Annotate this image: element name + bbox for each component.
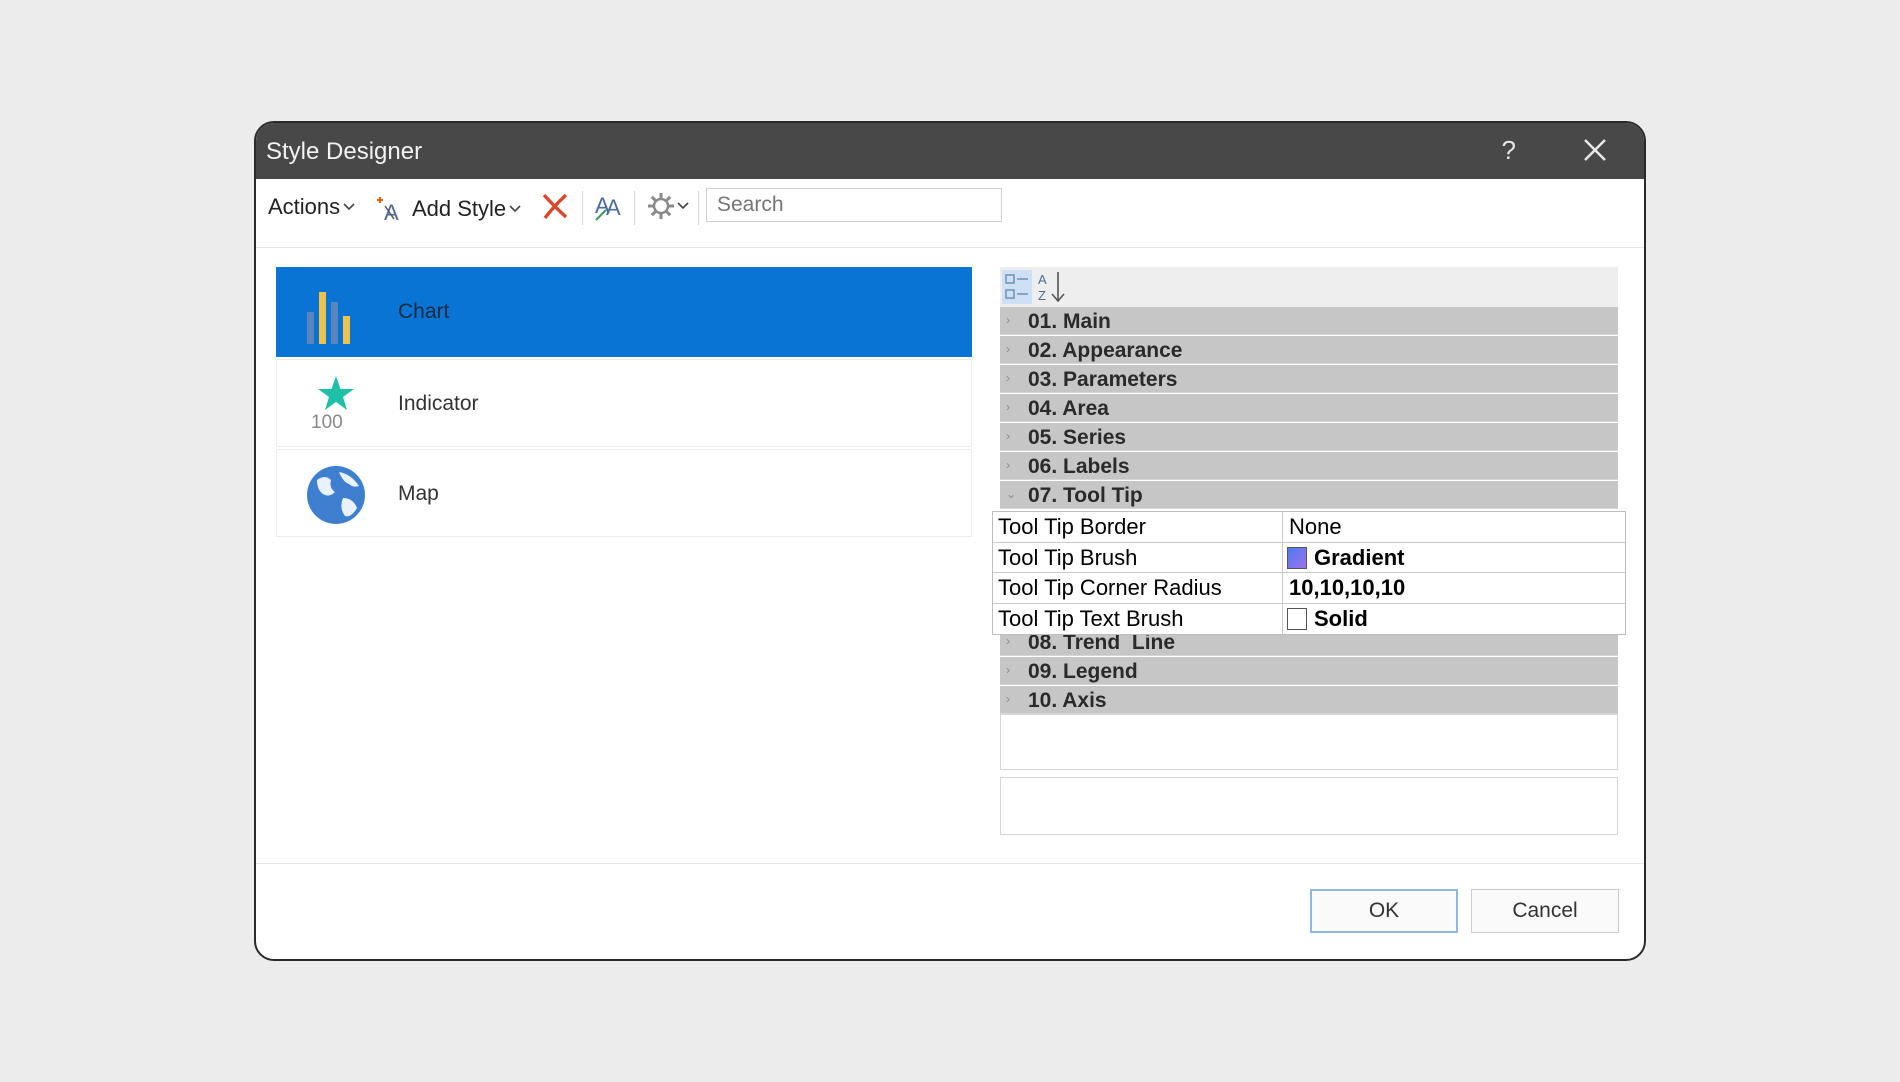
category-label: 01. Main [1028,310,1111,333]
property-row-tool-tip-corner-radius[interactable]: Tool Tip Corner Radius 10,10,10,10 [993,573,1625,604]
gear-icon [648,193,674,219]
actions-label: Actions [268,194,341,219]
delete-icon [542,193,568,220]
property-value-text: None [1289,514,1342,539]
svg-text:Z: Z [1038,288,1046,303]
chevron-right-icon: › [1006,400,1010,414]
category-label: 04. Area [1028,397,1109,420]
chevron-right-icon: › [1006,458,1010,472]
bar-chart-icon [307,292,350,344]
gradient-swatch [1287,546,1307,569]
property-name: Tool Tip Corner Radius [993,573,1283,603]
property-value-text: Gradient [1314,544,1405,570]
chevron-right-icon: › [1006,371,1010,385]
chevron-right-icon: › [1006,429,1010,443]
category-labels[interactable]: › 06. Labels [1000,452,1618,480]
category-label: 10. Axis [1028,689,1107,712]
property-value-text: 10,10,10,10 [1289,575,1406,600]
close-icon[interactable] [1580,135,1610,165]
add-style-label: Add Style [412,196,507,221]
toolbar: Actions A Add Style A A Search [256,179,1644,235]
property-row-tool-tip-brush[interactable]: Tool Tip Brush Gradient [993,542,1625,573]
search-input[interactable] [706,188,1002,222]
edit-text-icon: A A [595,193,621,221]
property-name: Tool Tip Border [993,512,1283,542]
property-value-text: Solid [1314,605,1368,631]
sort-alphabetical-icon[interactable]: A Z [1036,270,1070,304]
category-appearance[interactable]: › 02. Appearance [1000,336,1618,364]
category-label: 06. Labels [1028,455,1130,478]
window-title: Style Designer [266,138,423,165]
ok-button[interactable]: OK [1310,889,1458,933]
chevron-down-icon [509,205,521,213]
category-area[interactable]: › 04. Area [1000,394,1618,422]
rename-style-button[interactable]: A A [592,191,626,223]
title-bar: Style Designer ? [256,123,1644,179]
category-parameters[interactable]: › 03. Parameters [1000,365,1618,393]
chevron-right-icon: › [1006,313,1010,327]
chevron-right-icon: › [1006,663,1010,677]
property-name: Tool Tip Text Brush [993,603,1283,634]
category-tool-tip[interactable]: ⌄ 07. Tool Tip [1000,481,1618,509]
category-series[interactable]: › 05. Series [1000,423,1618,451]
category-main[interactable]: › 01. Main [1000,307,1618,335]
property-grid-toolbar: A Z [1000,267,1618,307]
property-grid-empty-area [1000,714,1618,770]
style-item-label: Chart [398,300,450,323]
chevron-down-icon [677,202,689,210]
settings-menu[interactable] [646,191,690,221]
chevron-right-icon: › [1006,342,1010,356]
category-label: 05. Series [1028,426,1127,449]
style-designer-dialog: Style Designer ? Actions A Add Style A A… [254,121,1646,961]
property-value[interactable]: Solid [1284,604,1625,635]
property-row-tool-tip-border[interactable]: Tool Tip Border None [993,512,1625,543]
toolbar-separator [582,191,583,225]
globe-icon [307,466,365,524]
toolbar-separator [634,191,635,225]
categorized-view-icon[interactable] [1002,270,1032,304]
category-label: 02. Appearance [1028,339,1183,362]
footer-divider [256,863,1644,864]
property-description-panel [1000,777,1618,835]
category-label: 03. Parameters [1028,368,1178,391]
style-item-label: Map [398,482,439,505]
delete-style-button[interactable] [540,191,570,221]
property-row-tool-tip-text-brush[interactable]: Tool Tip Text Brush Solid [993,603,1625,635]
add-style-icon: A [377,197,399,224]
category-legend[interactable]: › 09. Legend [1000,657,1618,685]
chevron-down-icon [343,203,355,211]
toolbar-divider [256,247,1644,248]
category-label: 09. Legend [1028,660,1138,683]
style-item-label: Indicator [398,392,479,415]
property-value[interactable]: 10,10,10,10 [1284,573,1625,603]
help-button[interactable]: ? [1502,135,1516,166]
chevron-down-icon: ⌄ [1006,487,1017,501]
style-list: Chart 100 Indicator Map [276,267,972,539]
property-value[interactable]: None [1284,512,1625,542]
add-style-menu[interactable]: A Add Style [374,194,522,224]
chevron-right-icon: › [1006,692,1010,706]
svg-text:A: A [384,200,399,224]
svg-text:A: A [606,195,621,220]
svg-text:A: A [1038,272,1047,287]
style-item-map[interactable]: Map [276,449,972,537]
style-item-chart[interactable]: Chart [276,267,972,357]
style-item-indicator[interactable]: 100 Indicator [276,359,972,447]
category-label: 07. Tool Tip [1028,484,1143,507]
toolbar-separator [698,191,699,225]
tool-tip-properties: Tool Tip Border None Tool Tip Brush Grad… [992,511,1626,635]
actions-menu[interactable]: Actions [268,194,356,220]
indicator-value: 100 [311,412,343,433]
chevron-right-icon: › [1006,634,1010,648]
property-value[interactable]: Gradient [1284,543,1625,573]
property-name: Tool Tip Brush [993,542,1283,572]
solid-color-swatch [1287,607,1307,630]
cancel-button[interactable]: Cancel [1471,889,1619,933]
category-axis[interactable]: › 10. Axis [1000,686,1618,714]
